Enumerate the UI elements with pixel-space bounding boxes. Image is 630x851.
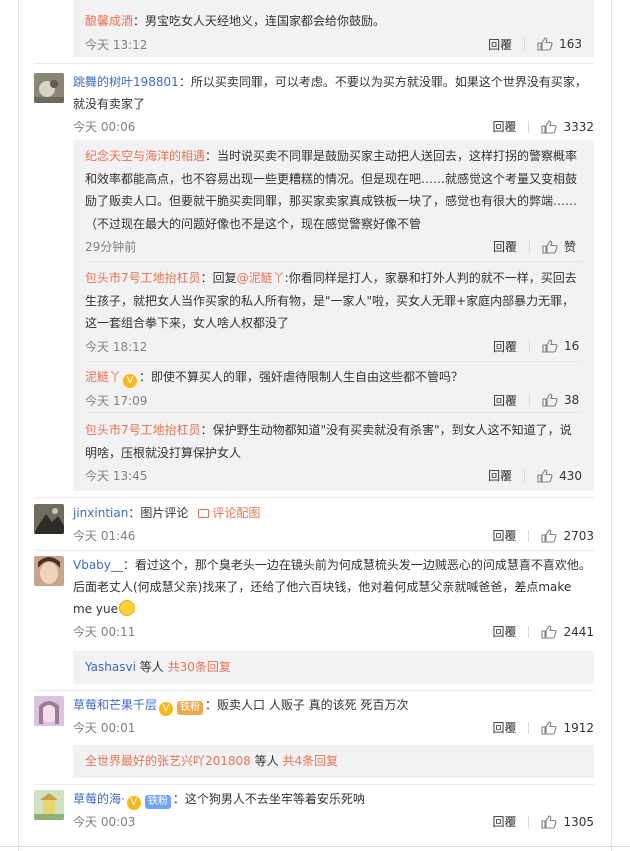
comment-item: 草莓的海· V 铁粉 ：这个狗男人不去坐牢等着安乐死呐 今天 00:03 回覆 130…: [34, 788, 594, 832]
timestamp: 今天 00:03: [73, 815, 136, 829]
comment-panel: 酿馨成酒：男宝吃女人天经地义，连国家都会给你鼓励。 今天 13:12 回覆 16…: [0, 0, 630, 851]
thumbs-up-icon[interactable]: [541, 528, 557, 543]
reply-author-link[interactable]: Yashasvi: [85, 660, 136, 674]
timestamp: 今天 13:12: [85, 37, 148, 52]
fan-badge: 铁粉: [144, 795, 171, 809]
more-replies-bar[interactable]: 全世界最好的张艺兴吖201808 等人 共4条回复: [73, 745, 594, 778]
sub-reply-author[interactable]: 包头市7号工地抬杠员: [85, 271, 201, 285]
like-count: 430: [559, 468, 582, 483]
timestamp: 29分钟前: [85, 240, 137, 254]
comment-item: 跳舞的树叶198801：所以买卖同罪，可以考虑。不要以为买方就没罪。如果这个世界…: [34, 71, 594, 137]
comment-divider: [34, 63, 594, 64]
comment-item: Vbaby__：看过这个，那个臭老头一边在镜头前为何成慧梳头发一边贼恶心的问成慧…: [34, 554, 594, 642]
comment-divider: [34, 784, 594, 785]
thumbs-up-icon[interactable]: [537, 37, 553, 51]
like-count: 2703: [563, 528, 594, 543]
thumbs-up-icon[interactable]: [541, 119, 557, 134]
comment-author[interactable]: Vbaby__: [73, 558, 123, 572]
comment-divider: [34, 690, 594, 691]
reply-button[interactable]: 回覆: [493, 238, 517, 255]
comment-author[interactable]: jinxintian: [73, 506, 128, 520]
avatar[interactable]: [34, 556, 64, 586]
comment-author[interactable]: 草莓和芒果千层: [73, 698, 157, 712]
reply-button[interactable]: 回覆: [488, 36, 512, 53]
reply-button[interactable]: 回覆: [493, 392, 517, 409]
picture-icon: [198, 509, 210, 518]
reply-button[interactable]: 回覆: [492, 623, 516, 640]
sub-reply: 包头市7号工地抬杠员：回复@泥鲢丫:你看同样是打人，家暴和打外人判的就不一样，买…: [85, 267, 582, 357]
reply-button[interactable]: 回覆: [493, 338, 517, 355]
panel-left-edge: [18, 0, 19, 851]
comment-divider: [34, 497, 594, 498]
thumbs-up-icon[interactable]: [542, 393, 558, 407]
like-count: 38: [564, 393, 580, 407]
like-count: 3332: [563, 119, 594, 134]
panel-right-edge: [611, 0, 612, 851]
comment-image-link[interactable]: 评论配图: [212, 506, 260, 520]
verified-badge-icon: V: [159, 702, 174, 716]
timestamp: 今天 00:01: [73, 721, 136, 735]
thumbs-up-icon[interactable]: [541, 814, 557, 829]
mention-link[interactable]: @泥鲢丫: [237, 271, 285, 285]
like-count: 163: [559, 37, 582, 51]
sub-reply-author[interactable]: 纪念天空与海洋的相遇: [85, 149, 205, 163]
comment-author[interactable]: 草莓的海·: [73, 792, 125, 806]
sub-reply: 泥鲢丫 V ：即使不算买人的罪，强奸虐待限制人生自由这些都不管吗？ 今天 17:09…: [85, 366, 582, 411]
thumbs-up-icon[interactable]: [542, 239, 558, 254]
fan-badge: 铁粉: [177, 701, 204, 715]
timestamp: 今天 01:46: [73, 529, 136, 543]
reply-button[interactable]: 回覆: [488, 467, 512, 484]
thumbs-up-icon[interactable]: [537, 468, 553, 483]
thumbs-up-icon[interactable]: [542, 339, 558, 353]
like-count: 1305: [563, 814, 594, 829]
view-all-replies-link[interactable]: 共4条回复: [282, 754, 338, 768]
panel-bottom-border: [0, 846, 630, 847]
reply-button[interactable]: 回覆: [492, 719, 516, 736]
more-replies-bar[interactable]: Yashasvi 等人 共30条回复: [73, 651, 594, 684]
like-count: 赞: [564, 240, 577, 254]
sub-reply-author[interactable]: 包头市7号工地抬杠员: [85, 423, 201, 437]
verified-badge-icon: V: [126, 796, 141, 810]
like-count: 16: [564, 339, 580, 353]
avatar[interactable]: [34, 696, 64, 726]
like-count: 2441: [563, 624, 594, 639]
reply-button[interactable]: 回覆: [492, 813, 516, 830]
timestamp: 今天 00:11: [73, 625, 136, 639]
timestamp: 今天 00:06: [73, 120, 136, 134]
comment-item: 草莓和芒果千层 V 铁粉 ：贩卖人口 人贩子 真的该死 死百万次 今天 00:01 回…: [34, 694, 594, 738]
comment-author[interactable]: 跳舞的树叶198801: [73, 75, 179, 89]
thumbs-up-icon[interactable]: [541, 624, 557, 639]
sub-reply-author[interactable]: 酿馨成酒: [85, 14, 133, 28]
reply-button[interactable]: 回覆: [492, 118, 516, 135]
sub-reply-box: 纪念天空与海洋的相遇：当时说买卖不同罪是鼓励买家主动把人送回去，这样打拐的警察概…: [73, 140, 594, 491]
sub-reply: 纪念天空与海洋的相遇：当时说买卖不同罪是鼓励买家主动把人送回去，这样打拐的警察概…: [85, 145, 582, 257]
like-count: 1912: [563, 720, 594, 735]
avatar[interactable]: [34, 790, 64, 820]
avatar[interactable]: [34, 504, 64, 534]
reply-button[interactable]: 回覆: [492, 527, 516, 544]
view-all-replies-link[interactable]: 共30条回复: [168, 660, 231, 674]
emoji-icon: [118, 600, 135, 616]
timestamp: 今天 13:45: [85, 469, 148, 483]
timestamp: 今天 18:12: [85, 339, 148, 354]
sub-reply: 酿馨成酒：男宝吃女人天经地义，连国家都会给你鼓励。 今天 13:12 回覆 16…: [85, 14, 582, 53]
timestamp: 今天 17:09: [85, 393, 148, 408]
thumbs-up-icon[interactable]: [541, 720, 557, 735]
reply-author-link[interactable]: 全世界最好的张艺兴吖201808: [85, 754, 251, 768]
sub-reply-author[interactable]: 泥鲢丫: [85, 370, 121, 384]
comment-item: jinxintian：图片评论 评论配图 今天 01:46 回覆 2703: [34, 502, 594, 546]
comment-divider: [34, 550, 594, 551]
avatar[interactable]: [34, 73, 64, 103]
verified-badge-icon: V: [123, 374, 138, 388]
sub-reply-box: 酿馨成酒：男宝吃女人天经地义，连国家都会给你鼓励。 今天 13:12 回覆 16…: [73, 0, 594, 57]
sub-reply: 包头市7号工地抬杠员：保护野生动物都知道"没有买卖就没有杀害"，到女人这不知道了…: [85, 423, 582, 484]
